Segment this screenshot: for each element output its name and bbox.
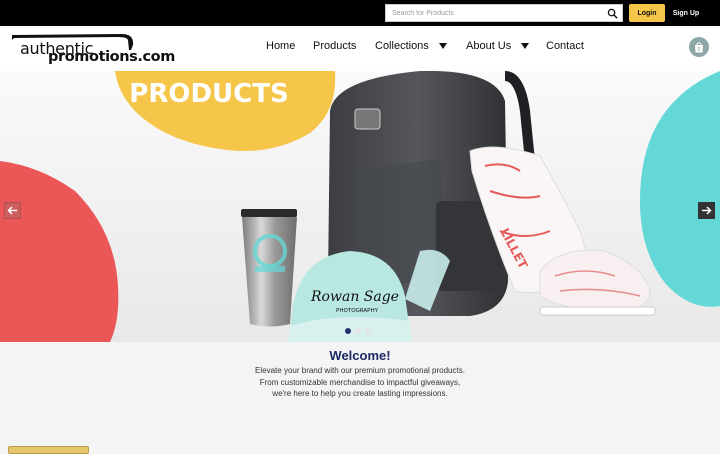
search-box[interactable] — [385, 4, 623, 22]
shopping-bag-icon: 0 — [695, 41, 703, 53]
signup-button[interactable]: Sign Up — [668, 4, 704, 22]
carousel-dot[interactable] — [365, 328, 371, 334]
hero-carousel[interactable]: Rowan Sage PHOTOGRAPHY LILLET PRODUCTS — [0, 71, 720, 342]
search-input[interactable] — [386, 5, 600, 21]
nav-about-label: About Us — [466, 40, 512, 52]
carousel-indicators — [345, 328, 371, 334]
nav-contact-label: Contact — [546, 40, 584, 52]
backpack-patch — [354, 108, 381, 130]
nav-home[interactable]: Home — [266, 40, 295, 52]
cap-text-primary: Rowan Sage — [310, 289, 399, 305]
chevron-down-icon[interactable] — [438, 43, 447, 49]
login-button[interactable]: Login — [629, 4, 665, 22]
carousel-next-button[interactable] — [698, 202, 715, 219]
welcome-heading: Welcome! — [329, 348, 391, 363]
main-navigation: authentic promotions.com Home Products C… — [0, 26, 720, 71]
partially-visible-button[interactable] — [8, 446, 89, 454]
carousel-prev-button[interactable] — [4, 202, 21, 219]
arrow-right-icon — [702, 206, 712, 215]
nav-contact[interactable]: Contact — [546, 40, 584, 52]
nav-products-label: Products — [313, 40, 357, 52]
cap-text-secondary: PHOTOGRAPHY — [336, 308, 379, 314]
hero-title: PRODUCTS — [129, 79, 288, 109]
hero-product-image: Rowan Sage PHOTOGRAPHY LILLET PRODUCTS — [0, 71, 720, 342]
brand-logo[interactable]: authentic promotions.com — [10, 30, 175, 68]
nav-collections[interactable]: Collections — [375, 40, 447, 52]
nav-collections-label: Collections — [375, 40, 429, 52]
svg-text:0: 0 — [697, 47, 700, 53]
search-icon[interactable] — [607, 8, 618, 19]
nav-products[interactable]: Products — [313, 40, 356, 52]
carousel-dot[interactable] — [345, 328, 351, 334]
nav-home-label: Home — [266, 40, 296, 52]
tumbler-lid — [241, 209, 297, 217]
arrow-left-icon — [7, 206, 17, 215]
chevron-down-icon[interactable] — [521, 43, 530, 49]
welcome-line-3: we're here to help you create lasting im… — [272, 389, 448, 398]
top-bar: Login Sign Up — [0, 0, 720, 26]
welcome-line-1: Elevate your brand with our premium prom… — [255, 366, 465, 375]
welcome-line-2: From customizable merchandise to impactf… — [259, 377, 461, 387]
logo-text-promotions: promotions.com — [48, 49, 175, 65]
carousel-dot[interactable] — [355, 328, 361, 334]
welcome-text: Elevate your brand with our premium prom… — [210, 365, 510, 400]
nav-about[interactable]: About Us — [466, 40, 530, 52]
cart-button[interactable]: 0 — [689, 37, 709, 57]
